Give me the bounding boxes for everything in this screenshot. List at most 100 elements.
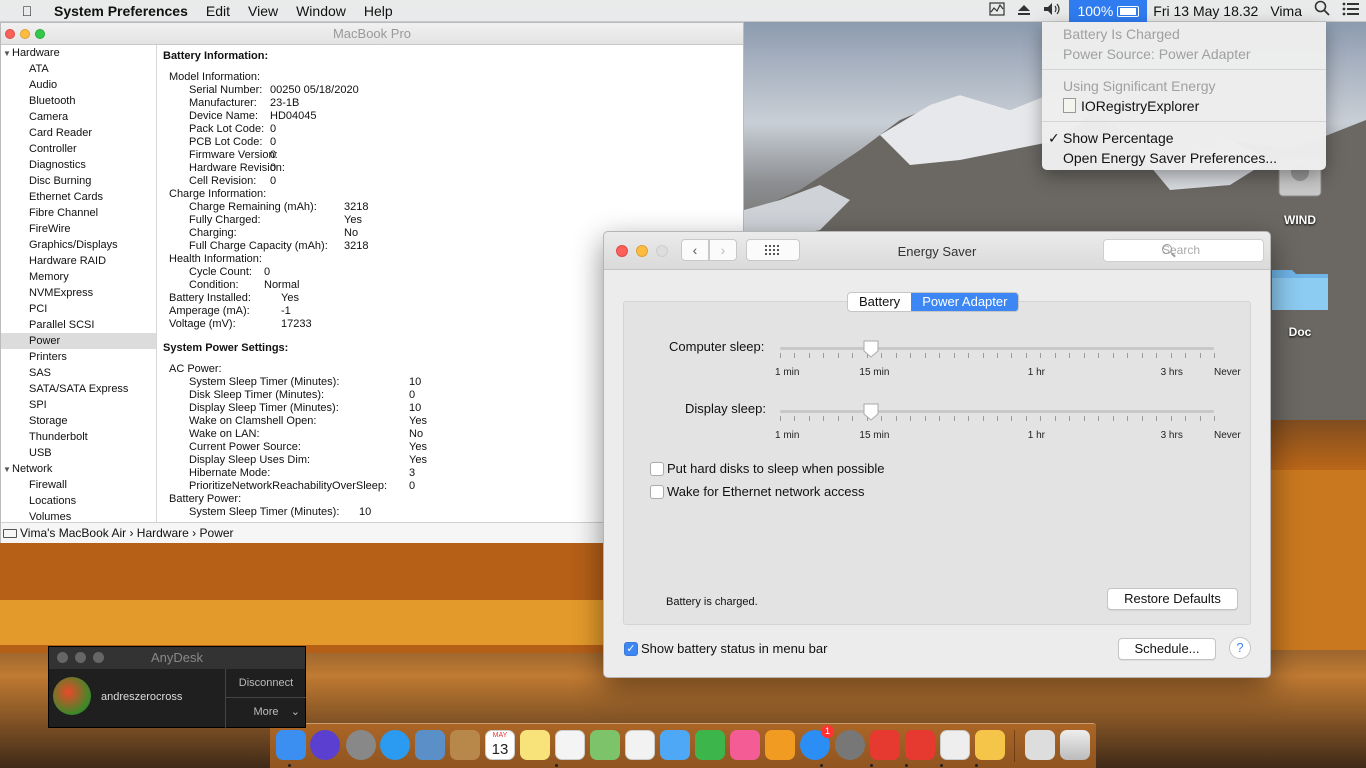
menu-view[interactable]: View — [239, 0, 287, 22]
tab-battery[interactable]: Battery — [848, 293, 911, 311]
volume-icon[interactable] — [1037, 0, 1069, 22]
show-percentage-item[interactable]: ✓ Show Percentage — [1042, 128, 1326, 148]
menu-app-name[interactable]: System Preferences — [54, 0, 197, 22]
sidebar-item-parallel-scsi[interactable]: Parallel SCSI — [1, 317, 156, 333]
hard-disks-sleep-checkbox[interactable] — [650, 462, 664, 476]
siri-icon[interactable] — [310, 730, 340, 760]
menu-user[interactable]: Vima — [1264, 0, 1308, 22]
activity-monitor-icon[interactable] — [983, 0, 1011, 22]
window-titlebar[interactable]: MacBook Pro — [1, 23, 743, 45]
launchpad-icon[interactable] — [346, 730, 376, 760]
computer-sleep-slider[interactable] — [780, 347, 1214, 350]
sidebar-item-locations[interactable]: Locations — [1, 493, 156, 509]
spotlight-search-icon[interactable] — [1308, 0, 1336, 22]
close-button[interactable] — [616, 245, 628, 257]
sidebar-item-storage[interactable]: Storage — [1, 413, 156, 429]
system-preferences-icon[interactable] — [835, 730, 865, 760]
desktop-folder-doc[interactable]: Doc — [1270, 262, 1330, 339]
photos-icon[interactable] — [625, 730, 655, 760]
restore-defaults-button[interactable]: Restore Defaults — [1107, 588, 1238, 610]
sidebar-group-hardware[interactable]: ▼Hardware — [1, 45, 156, 61]
close-button[interactable] — [5, 29, 15, 39]
sidebar-item-bluetooth[interactable]: Bluetooth — [1, 93, 156, 109]
minimize-button[interactable] — [75, 652, 86, 663]
path-item-power[interactable]: Power — [200, 526, 234, 540]
close-button[interactable] — [57, 652, 68, 663]
sidebar-item-controller[interactable]: Controller — [1, 141, 156, 157]
slider-thumb[interactable] — [863, 403, 879, 421]
sidebar-item-hardware-raid[interactable]: Hardware RAID — [1, 253, 156, 269]
menu-edit[interactable]: Edit — [197, 0, 239, 22]
sidebar-item-memory[interactable]: Memory — [1, 269, 156, 285]
sidebar-item-power[interactable]: Power — [1, 333, 156, 349]
open-energy-saver-item[interactable]: Open Energy Saver Preferences... — [1042, 148, 1326, 168]
anydesk-icon[interactable] — [870, 730, 900, 760]
notefile-icon[interactable] — [450, 730, 480, 760]
battery-status-item[interactable]: 100% — [1069, 0, 1148, 22]
messages-icon[interactable] — [660, 730, 690, 760]
calendar-icon[interactable]: MAY 13 — [485, 730, 515, 760]
notification-center-icon[interactable] — [1336, 0, 1366, 22]
sidebar-item-firewire[interactable]: FireWire — [1, 221, 156, 237]
sidebar-item-graphics-displays[interactable]: Graphics/Displays — [1, 237, 156, 253]
sidebar-item-ata[interactable]: ATA — [1, 61, 156, 77]
sidebar-item-disc-burning[interactable]: Disc Burning — [1, 173, 156, 189]
preview-icon[interactable] — [415, 730, 445, 760]
sidebar-item-ethernet-cards[interactable]: Ethernet Cards — [1, 189, 156, 205]
downloads-stack-icon[interactable] — [1025, 730, 1055, 760]
sidebar-item-audio[interactable]: Audio — [1, 77, 156, 93]
safari-icon[interactable] — [380, 730, 410, 760]
minimize-button[interactable] — [20, 29, 30, 39]
schedule-button[interactable]: Schedule... — [1118, 638, 1216, 660]
app-store-icon[interactable]: 1 — [800, 725, 834, 760]
show-all-button[interactable] — [746, 239, 800, 261]
sidebar-item-volumes[interactable]: Volumes — [1, 509, 156, 522]
facetime-icon[interactable] — [695, 730, 725, 760]
sidebar-item-sas[interactable]: SAS — [1, 365, 156, 381]
menu-datetime[interactable]: Fri 13 May 18.32 — [1147, 0, 1264, 22]
anydesk-icon-2[interactable] — [905, 730, 935, 760]
sidebar-item-pci[interactable]: PCI — [1, 301, 156, 317]
path-item-computer[interactable]: Vima's MacBook Air — [20, 526, 126, 540]
ibooks-icon[interactable] — [765, 730, 795, 760]
sidebar-item-printers[interactable]: Printers — [1, 349, 156, 365]
forward-button[interactable]: › — [709, 239, 737, 261]
sidebar-item-thunderbolt[interactable]: Thunderbolt — [1, 429, 156, 445]
sidebar-item-card-reader[interactable]: Card Reader — [1, 125, 156, 141]
sidebar-item-sata-sata-express[interactable]: SATA/SATA Express — [1, 381, 156, 397]
terminal-icon[interactable] — [975, 730, 1005, 760]
zoom-button[interactable] — [93, 652, 104, 663]
menu-window[interactable]: Window — [287, 0, 355, 22]
search-input[interactable]: Search — [1103, 239, 1264, 262]
help-button[interactable]: ? — [1229, 637, 1251, 659]
back-button[interactable]: ‹ — [681, 239, 709, 261]
trash-icon[interactable] — [1060, 730, 1090, 760]
sidebar-item-diagnostics[interactable]: Diagnostics — [1, 157, 156, 173]
path-item-hardware[interactable]: Hardware — [137, 526, 189, 540]
disconnect-button[interactable]: Disconnect — [226, 669, 306, 698]
minimize-button[interactable] — [636, 245, 648, 257]
menu-help[interactable]: Help — [355, 0, 402, 22]
sidebar-group-network[interactable]: ▼Network — [1, 461, 156, 477]
window-titlebar[interactable]: Energy Saver ‹ › Search — [604, 232, 1270, 270]
more-button[interactable]: More ⌄ — [226, 698, 306, 727]
sidebar-item-nvmexpress[interactable]: NVMExpress — [1, 285, 156, 301]
sidebar-item-firewall[interactable]: Firewall — [1, 477, 156, 493]
sidebar-item-usb[interactable]: USB — [1, 445, 156, 461]
maps-icon[interactable] — [590, 730, 620, 760]
sidebar-item-fibre-channel[interactable]: Fibre Channel — [1, 205, 156, 221]
apple-menu-icon[interactable]:  — [0, 3, 54, 19]
window-titlebar[interactable]: AnyDesk — [49, 647, 305, 669]
show-battery-status-checkbox[interactable]: ✓ — [624, 642, 638, 656]
notes-icon[interactable] — [520, 730, 550, 760]
display-sleep-slider[interactable] — [780, 410, 1214, 413]
itunes-icon[interactable] — [730, 730, 760, 760]
textedit-icon[interactable] — [940, 730, 970, 760]
energy-app-item[interactable]: IORegistryExplorer — [1042, 96, 1326, 116]
finder-icon[interactable] — [276, 730, 306, 760]
sidebar-item-camera[interactable]: Camera — [1, 109, 156, 125]
eject-icon[interactable] — [1011, 0, 1037, 22]
sidebar-item-spi[interactable]: SPI — [1, 397, 156, 413]
tab-power-adapter[interactable]: Power Adapter — [911, 293, 1019, 311]
zoom-button[interactable] — [656, 245, 668, 257]
